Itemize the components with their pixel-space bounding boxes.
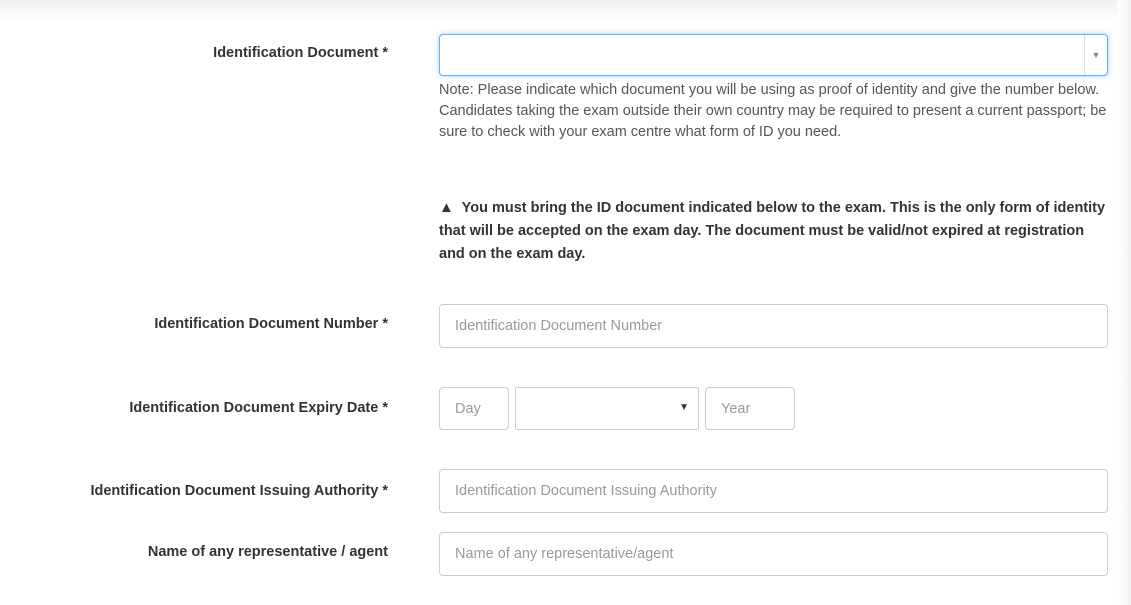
- expiry-month-select[interactable]: ▼: [515, 387, 699, 430]
- id-number-label: Identification Document Number *: [154, 316, 388, 332]
- id-document-warning: ▲ You must bring the ID document indicat…: [439, 196, 1109, 266]
- expiry-day-input[interactable]: [439, 387, 509, 430]
- expiry-year-input[interactable]: [705, 387, 795, 430]
- issuing-authority-label: Identification Document Issuing Authorit…: [90, 483, 388, 499]
- id-document-select[interactable]: ▼: [439, 34, 1108, 76]
- chevron-down-icon[interactable]: ▼: [1084, 35, 1107, 75]
- issuing-authority-input[interactable]: [439, 469, 1108, 513]
- id-document-form: Identification Document * ▼ Note: Please…: [0, 0, 1131, 605]
- id-number-input[interactable]: [439, 304, 1108, 348]
- representative-input[interactable]: [439, 532, 1108, 576]
- id-document-label: Identification Document *: [213, 45, 388, 61]
- warning-triangle-icon: ▲: [439, 199, 454, 216]
- id-document-note: Note: Please indicate which document you…: [439, 82, 1107, 140]
- representative-label: Name of any representative / agent: [147, 544, 388, 560]
- id-document-warning-text: You must bring the ID document indicated…: [439, 200, 1106, 262]
- chevron-down-icon: ▼: [679, 402, 689, 413]
- expiry-date-label: Identification Document Expiry Date *: [129, 400, 388, 416]
